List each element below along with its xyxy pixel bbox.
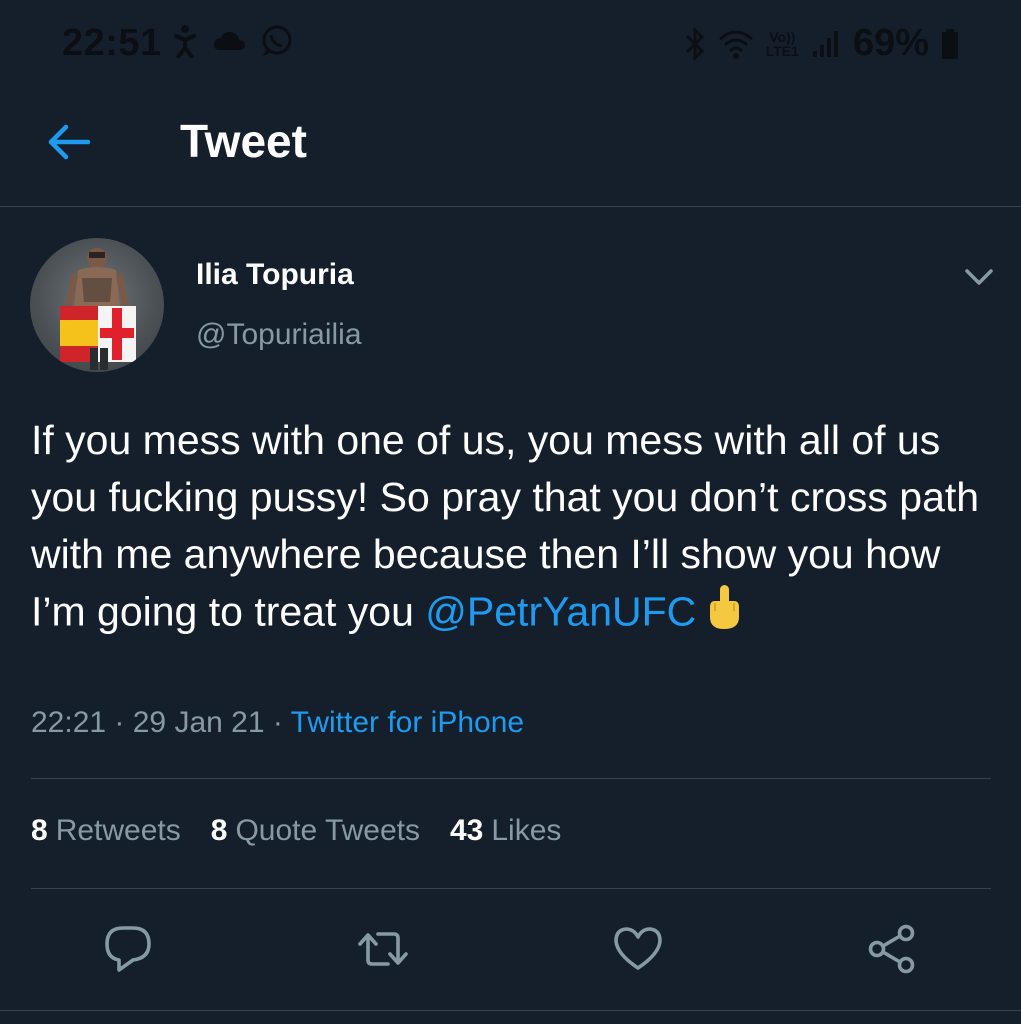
more-options-button[interactable] xyxy=(960,258,998,296)
header-divider xyxy=(0,206,1021,207)
mention-link[interactable]: @PetrYanUFC xyxy=(425,588,696,634)
page-title: Tweet xyxy=(180,115,307,167)
status-system-icons: Vo)) LTE1 69% xyxy=(684,22,959,65)
retweets-count: 8 xyxy=(31,814,48,847)
action-bar xyxy=(0,920,1021,980)
avatar-photo xyxy=(60,248,136,370)
tweet-text: If you mess with one of us, you mess wit… xyxy=(31,412,991,646)
stats-divider xyxy=(31,888,991,889)
quote-tweets-count: 8 xyxy=(210,814,228,847)
whatsapp-icon xyxy=(262,25,292,56)
reply-button[interactable] xyxy=(99,920,157,978)
heart-icon xyxy=(614,927,662,970)
status-time: 22:51 xyxy=(62,22,162,64)
lte-indicator: Vo)) LTE1 xyxy=(766,30,799,58)
cloud-icon xyxy=(213,31,245,50)
share-button[interactable] xyxy=(864,920,922,978)
footer-divider xyxy=(0,1010,1021,1011)
quote-tweets-stat[interactable]: 8 Quote Tweets xyxy=(211,814,420,848)
status-bar: 22:51 Vo)) LTE1 69% xyxy=(0,0,1021,86)
meta-separator: · xyxy=(264,706,291,739)
volte-label: Vo)) xyxy=(769,28,796,45)
retweets-label: Retweets xyxy=(55,814,181,847)
meta-separator: · xyxy=(106,706,133,739)
battery-icon xyxy=(942,28,958,59)
arrow-left-icon xyxy=(48,124,91,160)
meta-divider xyxy=(31,778,991,779)
likes-stat[interactable]: 43 Likes xyxy=(450,814,561,848)
battery-percent: 69% xyxy=(852,22,929,64)
quote-tweets-label: Quote Tweets xyxy=(235,814,420,847)
author-handle[interactable]: @Topuriailia xyxy=(196,318,362,352)
retweet-icon xyxy=(358,932,408,966)
signal-icon xyxy=(812,30,838,57)
status-notification-icons xyxy=(172,24,294,58)
share-icon xyxy=(868,924,915,974)
middle-finger-emoji-icon xyxy=(704,583,744,646)
lte-label: LTE1 xyxy=(765,42,799,59)
app-bar: Tweet xyxy=(0,86,1021,206)
retweet-button[interactable] xyxy=(354,920,412,978)
back-button[interactable] xyxy=(44,116,96,168)
like-button[interactable] xyxy=(609,920,667,978)
retweets-stat[interactable]: 8 Retweets xyxy=(31,814,181,848)
likes-count: 43 xyxy=(450,814,484,847)
tweet-meta: 22:21 · 29 Jan 21 · Twitter for iPhone xyxy=(31,706,524,740)
tweet-date: 29 Jan 21 xyxy=(132,706,265,739)
chevron-down-icon xyxy=(965,269,993,285)
tweet-stats: 8 Retweets 8 Quote Tweets 43 Likes xyxy=(31,814,561,848)
bluetooth-icon xyxy=(685,26,704,61)
reply-icon xyxy=(105,926,151,972)
likes-label: Likes xyxy=(491,814,562,847)
accessibility-icon xyxy=(174,25,196,58)
tweet-source-link[interactable]: Twitter for iPhone xyxy=(291,706,524,739)
author-name[interactable]: Ilia Topuria xyxy=(196,258,354,292)
avatar[interactable] xyxy=(30,238,164,372)
wifi-icon xyxy=(718,30,753,59)
tweet-time: 22:21 xyxy=(31,706,107,739)
